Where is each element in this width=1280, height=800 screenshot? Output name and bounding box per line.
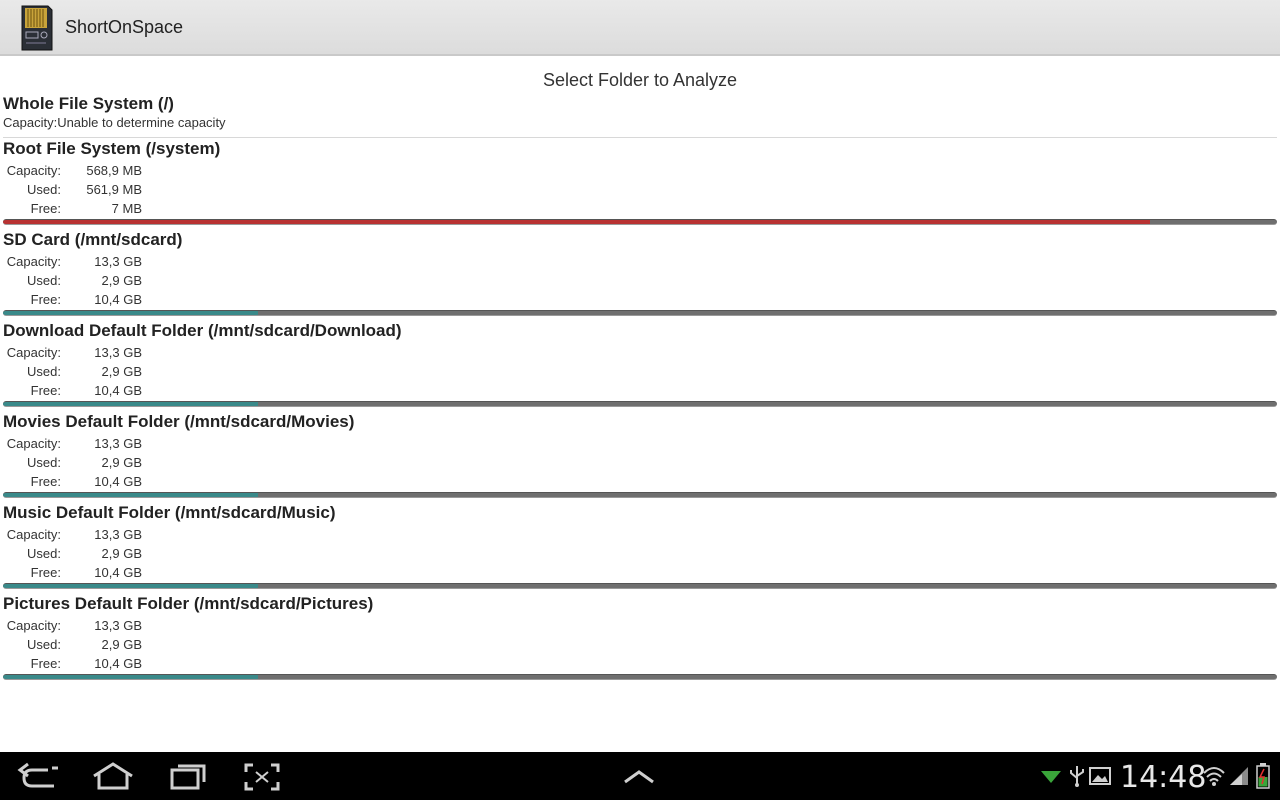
usage-bar xyxy=(3,401,1277,407)
divider xyxy=(3,137,1277,138)
free-value: 10,4 GB xyxy=(94,383,142,398)
used-label: Used: xyxy=(27,273,61,288)
folder-title: Whole File System (/) xyxy=(3,94,174,113)
used-label: Used: xyxy=(27,455,61,470)
free-label: Free: xyxy=(30,201,61,216)
page-title: Select Folder to Analyze xyxy=(542,70,738,90)
free-label: Free: xyxy=(30,565,61,580)
capacity-value: 568,9 MB xyxy=(86,163,142,178)
usage-bar xyxy=(3,583,1277,589)
used-label: Used: xyxy=(27,182,61,197)
usage-bar xyxy=(3,219,1277,225)
usage-bar xyxy=(3,674,1277,680)
folder-item[interactable]: Pictures Default Folder (/mnt/sdcard/Pic… xyxy=(0,594,1280,685)
capacity-text: Capacity:Unable to determine capacity xyxy=(3,115,226,130)
capacity-value: 13,3 GB xyxy=(94,436,142,451)
usage-bar-fill xyxy=(3,493,258,497)
back-icon[interactable] xyxy=(14,760,64,794)
capacity-value: 13,3 GB xyxy=(94,254,142,269)
capacity-value: 13,3 GB xyxy=(94,618,142,633)
usage-bar-fill xyxy=(3,220,1150,224)
used-value: 2,9 GB xyxy=(101,273,142,288)
folder-item-whole-fs[interactable]: Whole File System (/) Capacity:Unable to… xyxy=(0,94,1280,138)
used-value: 2,9 GB xyxy=(101,637,142,652)
usage-bar-fill xyxy=(3,584,258,588)
usb-icon xyxy=(1070,766,1084,787)
free-label: Free: xyxy=(30,292,61,307)
capacity-label: Capacity: xyxy=(6,254,61,269)
folder-title: Movies Default Folder (/mnt/sdcard/Movie… xyxy=(3,412,355,431)
menu-up-icon[interactable] xyxy=(614,760,664,794)
home-icon[interactable] xyxy=(88,760,138,794)
used-value: 561,9 MB xyxy=(86,182,142,197)
capacity-value: 13,3 GB xyxy=(94,345,142,360)
folder-item[interactable]: Movies Default Folder (/mnt/sdcard/Movie… xyxy=(0,412,1280,503)
folder-item[interactable]: Music Default Folder (/mnt/sdcard/Music)… xyxy=(0,503,1280,594)
signal-icon xyxy=(1230,767,1248,785)
sd-card-icon xyxy=(21,5,53,51)
free-label: Free: xyxy=(30,656,61,671)
clock: 14:48 xyxy=(1120,760,1207,795)
folder-title: Download Default Folder (/mnt/sdcard/Dow… xyxy=(3,321,402,340)
wifi-icon xyxy=(1203,767,1225,786)
folder-list: Select Folder to Analyze Whole File Syst… xyxy=(0,58,1280,752)
gallery-icon xyxy=(1089,767,1111,785)
battery-icon xyxy=(1256,763,1270,789)
used-label: Used: xyxy=(27,637,61,652)
usage-bar xyxy=(3,310,1277,316)
capacity-label: Capacity: xyxy=(6,163,61,178)
used-value: 2,9 GB xyxy=(101,546,142,561)
used-label: Used: xyxy=(27,546,61,561)
capacity-label: Capacity: xyxy=(6,345,61,360)
action-bar: ShortOnSpace xyxy=(0,0,1280,56)
capacity-label: Capacity: xyxy=(6,436,61,451)
free-value: 10,4 GB xyxy=(94,656,142,671)
free-label: Free: xyxy=(30,383,61,398)
free-value: 10,4 GB xyxy=(94,565,142,580)
folder-title: SD Card (/mnt/sdcard) xyxy=(3,230,183,249)
capacity-label: Capacity: xyxy=(6,527,61,542)
usage-bar xyxy=(3,492,1277,498)
used-value: 2,9 GB xyxy=(101,455,142,470)
capacity-value: 13,3 GB xyxy=(94,527,142,542)
free-label: Free: xyxy=(30,474,61,489)
folder-title: Pictures Default Folder (/mnt/sdcard/Pic… xyxy=(3,594,374,613)
used-label: Used: xyxy=(27,364,61,379)
free-value: 7 MB xyxy=(111,201,142,216)
usage-bar-fill xyxy=(3,311,258,315)
notification-icon[interactable] xyxy=(1040,769,1062,785)
screenshot-icon[interactable] xyxy=(237,760,287,794)
recent-apps-icon[interactable] xyxy=(162,760,212,794)
free-value: 10,4 GB xyxy=(94,292,142,307)
used-value: 2,9 GB xyxy=(101,364,142,379)
free-value: 10,4 GB xyxy=(94,474,142,489)
folder-title: Root File System (/system) xyxy=(3,139,221,158)
capacity-label: Capacity: xyxy=(6,618,61,633)
usage-bar-fill xyxy=(3,675,258,679)
folder-item[interactable]: Download Default Folder (/mnt/sdcard/Dow… xyxy=(0,321,1280,412)
folder-title: Music Default Folder (/mnt/sdcard/Music) xyxy=(3,503,336,522)
app-title: ShortOnSpace xyxy=(65,17,184,37)
usage-bar-fill xyxy=(3,402,258,406)
folder-item[interactable]: SD Card (/mnt/sdcard) Capacity: 13,3 GB Use… xyxy=(0,230,1280,321)
folder-item[interactable]: Root File System (/system) Capacity: 568,9… xyxy=(0,139,1280,230)
navigation-bar: 14:48 xyxy=(0,752,1280,800)
